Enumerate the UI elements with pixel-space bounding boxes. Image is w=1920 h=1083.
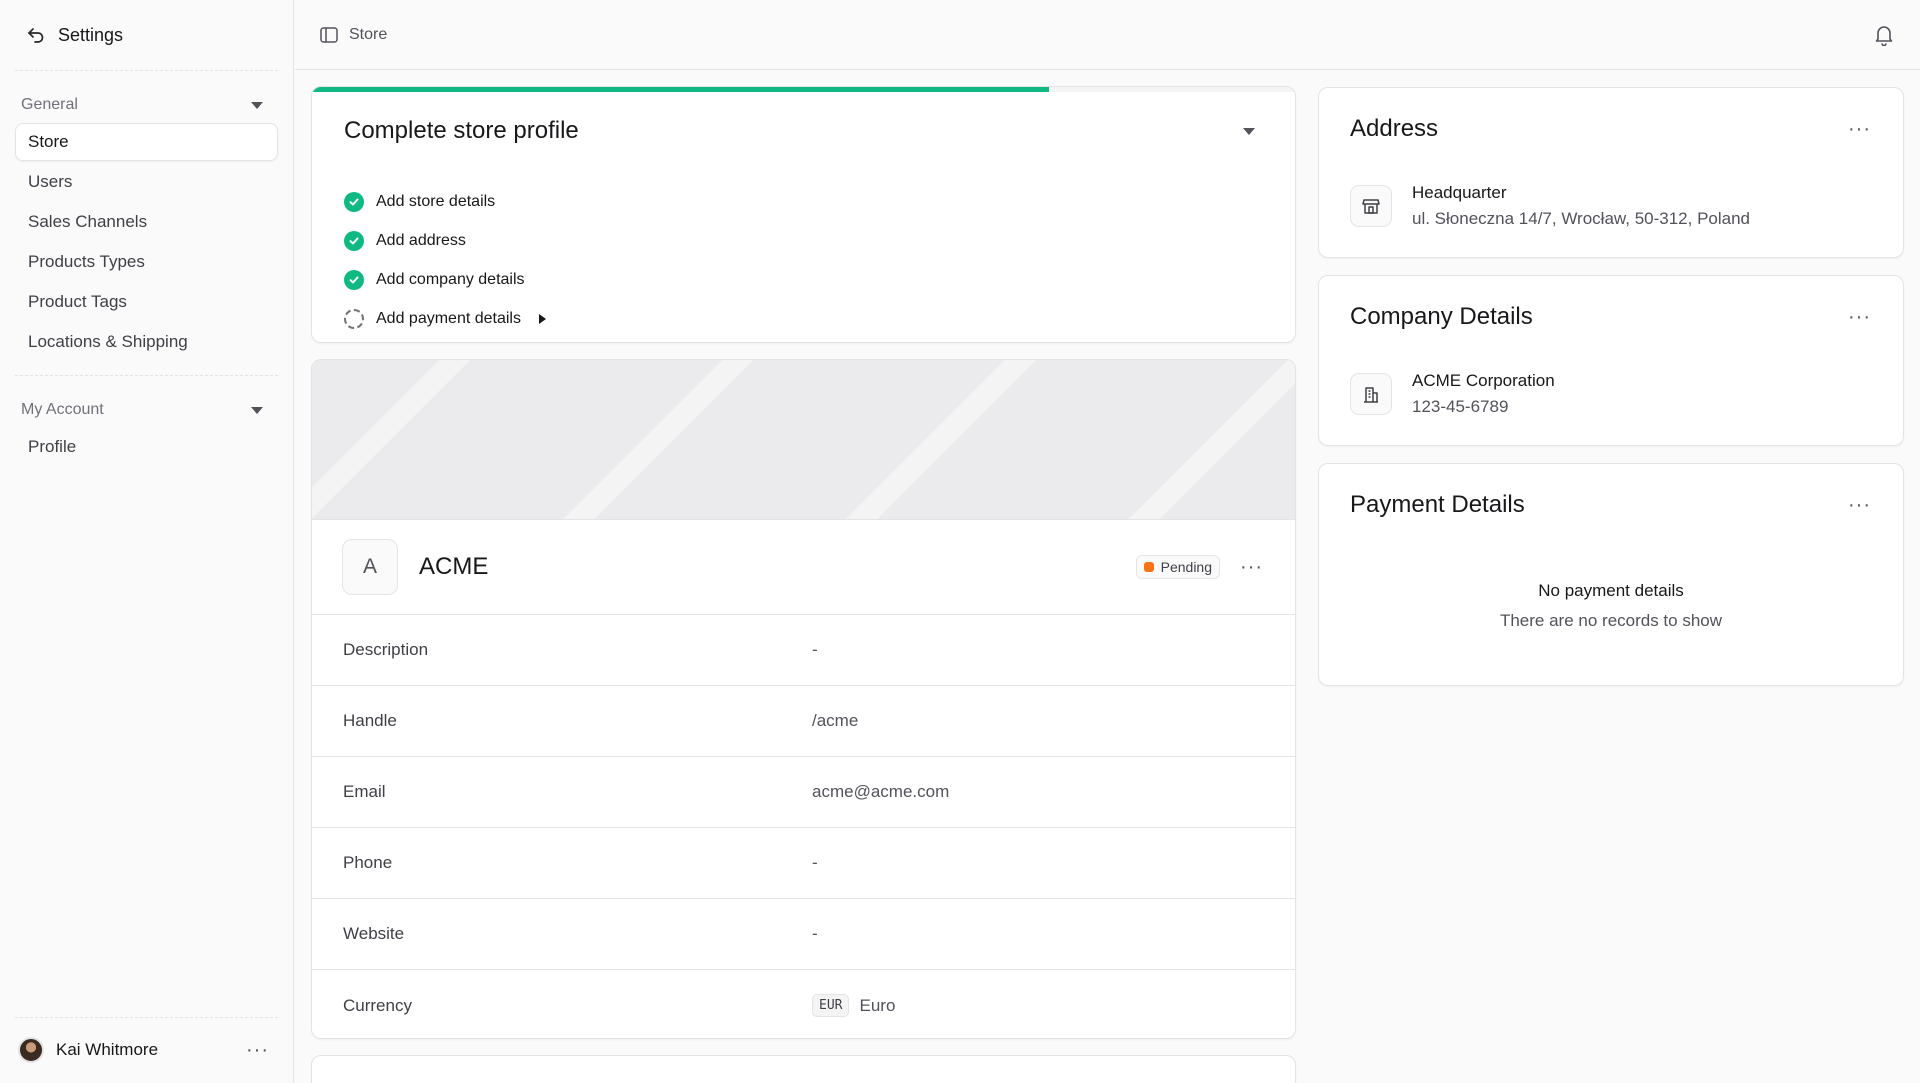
building-icon xyxy=(1350,373,1392,415)
company-name: ACME Corporation xyxy=(1412,371,1555,390)
field-row-currency: Currency EUR Euro xyxy=(312,970,1295,1038)
field-value: - xyxy=(812,924,818,943)
checklist-item-label: Add company details xyxy=(376,270,525,288)
checklist-item[interactable]: Add company details xyxy=(344,260,546,299)
more-icon[interactable]: ··· xyxy=(1848,495,1871,515)
field-value: acme@acme.com xyxy=(812,782,950,801)
user-name: Kai Whitmore xyxy=(56,1040,159,1059)
avatar xyxy=(18,1037,44,1063)
next-card xyxy=(311,1055,1296,1083)
empty-state: No payment details There are no records … xyxy=(1319,581,1903,631)
sidebar-item-users[interactable]: Users xyxy=(15,163,278,201)
store-banner xyxy=(312,360,1295,520)
account-nav: Profile xyxy=(0,428,293,466)
back-arrow-icon xyxy=(28,28,44,43)
divider xyxy=(15,375,278,376)
checklist: Add store details Add address Add compan… xyxy=(344,182,546,338)
card-title: Address xyxy=(1350,115,1439,142)
progress-fill xyxy=(312,87,1050,92)
field-label: Currency xyxy=(343,995,412,1015)
divider xyxy=(15,70,278,71)
company-id: 123-45-6789 xyxy=(1412,397,1509,416)
caret-down-icon xyxy=(251,406,263,414)
check-circle-icon xyxy=(344,269,364,290)
more-icon[interactable]: ··· xyxy=(1848,119,1871,139)
status-badge: Pending xyxy=(1135,555,1221,579)
status-label: Pending xyxy=(1160,559,1213,575)
field-value: /acme xyxy=(812,711,859,730)
address-entry: Headquarter ul. Słoneczna 14/7, Wrocław,… xyxy=(1350,183,1750,229)
field-row-description: Description - xyxy=(312,615,1295,686)
field-label: Handle xyxy=(343,711,397,730)
field-row-phone: Phone - xyxy=(312,828,1295,899)
currency-name: Euro xyxy=(859,995,896,1015)
breadcrumb[interactable]: Store xyxy=(349,26,387,44)
company-entry: ACME Corporation 123-45-6789 xyxy=(1350,371,1555,417)
topbar: Store xyxy=(295,0,1920,70)
empty-title: No payment details xyxy=(1538,581,1684,600)
more-icon[interactable]: ··· xyxy=(246,1040,269,1060)
caret-right-icon xyxy=(538,313,546,324)
company-card: Company Details ··· ACME Corporation 123… xyxy=(1318,275,1904,446)
checklist-item[interactable]: Add store details xyxy=(344,182,546,221)
progress-bar xyxy=(312,87,1295,92)
address-card: Address ··· Headquarter ul. Słoneczna 14… xyxy=(1318,87,1904,258)
more-icon[interactable]: ··· xyxy=(1240,557,1263,577)
section-toggle-my-account[interactable]: My Account xyxy=(0,392,293,428)
payment-card: Payment Details ··· No payment details T… xyxy=(1318,463,1904,686)
store-name: ACME xyxy=(419,553,489,580)
store-header: A ACME Pending ··· xyxy=(312,520,1295,615)
field-label: Description xyxy=(343,640,429,659)
card-title: Payment Details xyxy=(1350,491,1525,518)
store-avatar: A xyxy=(342,539,398,595)
checklist-title: Complete store profile xyxy=(344,117,579,144)
field-label: Website xyxy=(343,924,405,943)
section-title-general: General xyxy=(21,96,78,113)
sidebar-item-sales-channels[interactable]: Sales Channels xyxy=(15,203,278,241)
field-row-email: Email acme@acme.com xyxy=(312,757,1295,828)
currency-code-badge: EUR xyxy=(812,994,850,1017)
card-title: Company Details xyxy=(1350,303,1533,330)
empty-subtitle: There are no records to show xyxy=(1499,611,1723,630)
sidebar-toggle-icon[interactable] xyxy=(319,25,339,45)
sidebar-item-store[interactable]: Store xyxy=(15,123,278,161)
address-line: ul. Słoneczna 14/7, Wrocław, 50-312, Pol… xyxy=(1412,209,1751,228)
status-dot xyxy=(1143,562,1154,572)
field-value: - xyxy=(812,853,818,872)
checklist-item[interactable]: Add address xyxy=(344,221,546,260)
checklist-item-label: Add store details xyxy=(376,192,496,210)
settings-back-button[interactable]: Settings xyxy=(0,0,293,70)
section-toggle-general[interactable]: General xyxy=(0,87,293,123)
store-icon xyxy=(1350,185,1392,227)
store-card: A ACME Pending ··· Description - Handle … xyxy=(311,359,1296,1039)
pending-circle-icon xyxy=(344,308,364,329)
field-row-website: Website - xyxy=(312,899,1295,970)
general-nav: Store Users Sales Channels Products Type… xyxy=(0,123,293,361)
sidebar: Settings General Store Users Sales Chann… xyxy=(0,0,294,1083)
caret-down-icon xyxy=(251,101,263,109)
check-circle-icon xyxy=(344,191,364,212)
divider xyxy=(15,1017,278,1018)
sidebar-item-profile[interactable]: Profile xyxy=(15,428,278,466)
user-menu[interactable]: Kai Whitmore ··· xyxy=(0,1017,293,1083)
field-value: EUR Euro xyxy=(812,994,895,1017)
check-circle-icon xyxy=(344,230,364,251)
checklist-item-label: Add payment details xyxy=(376,309,521,327)
field-label: Email xyxy=(343,782,386,801)
more-icon[interactable]: ··· xyxy=(1848,307,1871,327)
profile-checklist-card: Complete store profile Add store details… xyxy=(311,86,1296,343)
settings-title: Settings xyxy=(58,24,124,45)
collapse-caret-icon[interactable] xyxy=(1243,127,1255,135)
field-row-handle: Handle /acme xyxy=(312,686,1295,757)
sidebar-item-product-types[interactable]: Products Types xyxy=(15,243,278,281)
field-label: Phone xyxy=(343,853,393,872)
field-value: - xyxy=(812,640,818,659)
address-name: Headquarter xyxy=(1412,183,1507,202)
checklist-item-label: Add address xyxy=(376,231,466,249)
bell-icon[interactable] xyxy=(1874,24,1894,46)
checklist-item[interactable]: Add payment details xyxy=(344,299,546,338)
sidebar-item-locations-shipping[interactable]: Locations & Shipping xyxy=(15,323,278,361)
sidebar-item-product-tags[interactable]: Product Tags xyxy=(15,283,278,321)
section-title-my-account: My Account xyxy=(21,401,104,418)
